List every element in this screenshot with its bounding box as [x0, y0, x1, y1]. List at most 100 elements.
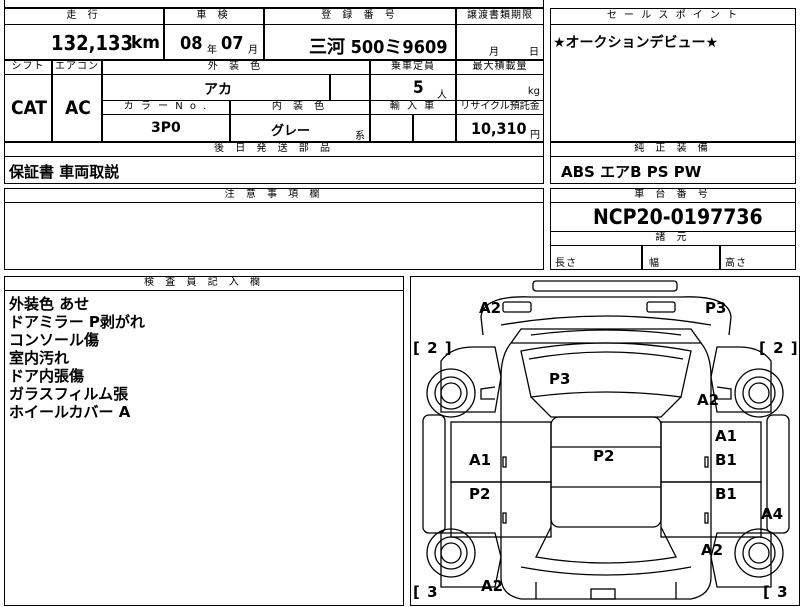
interior-color-header: 内 装 色	[230, 100, 370, 115]
wheel-front-left	[426, 368, 476, 418]
mark-front-door-right-2: B1	[715, 451, 737, 469]
capacity-header: 乗車定員	[370, 60, 456, 75]
aircon-cell: AC	[52, 74, 102, 142]
import-cell-b	[413, 114, 456, 142]
registration-cell: 三河 500ミ9609	[264, 24, 456, 60]
dimensions-header: 諸 元	[550, 231, 796, 246]
mark-front-door-left: A1	[469, 451, 492, 469]
chassis-box: NCP20-0197736	[550, 202, 796, 232]
color-no-cell: 3P0	[102, 114, 230, 142]
headlight-left	[502, 301, 532, 313]
wheel-rear-right	[734, 528, 784, 578]
mark-rear-side-right: A4	[761, 505, 784, 523]
recycle-value: 10,310	[471, 119, 527, 138]
interior-color-suffix: 系	[355, 131, 365, 142]
aircon-value: AC	[65, 97, 91, 119]
max-load-header: 最大積載量	[456, 60, 544, 75]
rear-window-outline	[535, 526, 677, 564]
inspection-month-unit: 月	[248, 45, 258, 56]
top-cut-row	[4, 0, 544, 8]
sales-point-box: ★オークションデビュー★	[550, 24, 796, 142]
max-load-unit: kg	[527, 86, 540, 97]
mark-front-left-corner: A2	[479, 299, 502, 317]
width-label: 幅	[649, 258, 660, 269]
inspector-box: 外装色 あせ ドアミラー P剥がれ コンソール傷 室内汚れ ドア内張傷 ガラスフ…	[4, 290, 404, 606]
genuine-equipment-box: ABS エアB PS PW	[550, 156, 796, 184]
genuine-equipment-header: 純 正 装 備	[550, 142, 796, 157]
inspector-header: 検 査 員 記 入 欄	[4, 276, 404, 291]
mark-rear-corner-left: A2	[481, 577, 504, 595]
later-parts-value: 保証書 車両取説	[9, 163, 120, 181]
bracket-rear-left: [ 3	[413, 583, 439, 601]
shift-header: シフト	[4, 60, 52, 75]
transfer-month-unit: 月	[489, 47, 499, 58]
headlight-right	[646, 301, 676, 313]
transfer-deadline-header: 譲渡書類期限	[456, 8, 544, 25]
color-no-header: カ ラ ー N o .	[102, 100, 230, 115]
aircon-header: エアコン	[52, 60, 102, 75]
car-diagram	[422, 280, 790, 600]
interior-color-value: グレー	[271, 124, 311, 139]
inspection-year-unit: 年	[207, 45, 217, 56]
sales-point-text: ★オークションデビュー★	[553, 35, 719, 51]
shift-cell: CAT	[4, 74, 52, 142]
car-diagram-panel: A2 P3 P3 A2 A1 A1 B1 P2 P2 B1 A4 A2 A2 […	[410, 276, 800, 606]
mileage-unit: km	[130, 33, 160, 53]
mark-rear-door-left: P2	[469, 485, 491, 503]
interior-color-cell: グレー 系	[230, 114, 370, 142]
mileage-header: 走 行	[4, 8, 164, 25]
exterior-color-value: アカ	[204, 82, 232, 98]
genuine-equipment-value: ABS エアB PS PW	[561, 163, 702, 181]
import-header: 輸 入 車	[370, 100, 456, 115]
mark-front-right-corner: P3	[705, 299, 727, 317]
exterior-color-header: 外 装 色	[102, 60, 370, 75]
front-bumper-top	[532, 280, 678, 292]
bracket-front-right: [ 2 ]	[759, 339, 799, 357]
transfer-day-unit: 日	[529, 47, 539, 58]
bracket-front-left: [ 2 ]	[413, 339, 453, 357]
later-parts-header: 後 日 発 送 部 品	[4, 142, 544, 157]
chassis-value: NCP20-0197736	[593, 205, 763, 229]
mileage-value: 132,133	[51, 31, 133, 55]
front-bumper-outline	[480, 296, 732, 318]
sales-point-header: セ ー ル ス ポ イ ン ト	[550, 8, 796, 25]
recycle-cell: 10,310 円	[456, 114, 544, 142]
max-load-cell: kg	[456, 74, 544, 101]
caution-box	[4, 202, 544, 270]
mark-front-door-right-1: A1	[715, 427, 738, 445]
capacity-unit: 人	[437, 90, 447, 101]
exterior-color-cell: アカ	[102, 74, 330, 101]
hood-outline	[509, 328, 703, 344]
height-label: 高さ	[725, 258, 747, 269]
mark-front-fender-right: A2	[697, 391, 720, 409]
roof-outline	[550, 416, 662, 528]
mileage-cell: 132,133 km	[4, 24, 164, 60]
chassis-header: 車 台 番 号	[550, 188, 796, 203]
recycle-header: リサイクル預託金	[456, 100, 544, 115]
bracket-rear-right: [ 3	[763, 583, 789, 601]
height-cell: 高さ	[720, 245, 796, 270]
length-label: 長さ	[555, 258, 577, 269]
import-cell-a	[370, 114, 413, 142]
inspector-line: ホイールカバー A	[9, 403, 131, 421]
sill-left	[422, 414, 446, 534]
wheel-front-right	[734, 368, 784, 418]
color-no-value: 3P0	[151, 120, 181, 136]
exterior-color-extra-cell	[330, 74, 370, 101]
width-cell: 幅	[642, 245, 720, 270]
windshield-outline	[520, 342, 692, 398]
recycle-unit: 円	[530, 130, 540, 141]
inspection-cell: 08 年 07 月	[164, 24, 264, 60]
capacity-cell: 5 人	[370, 74, 456, 101]
later-parts-box: 保証書 車両取説	[4, 156, 544, 184]
shift-value: CAT	[11, 97, 47, 119]
inspection-year: 08	[180, 33, 203, 54]
mark-windshield: P3	[549, 370, 571, 388]
mark-roof: P2	[593, 447, 615, 465]
registration-header: 登 録 番 号	[264, 8, 456, 25]
body-outline	[500, 342, 712, 600]
caution-header: 注 意 事 項 欄	[4, 188, 544, 203]
mark-rear-fender-right: A2	[701, 541, 724, 559]
length-cell: 長さ	[550, 245, 642, 270]
mark-rear-door-right: B1	[715, 485, 737, 503]
